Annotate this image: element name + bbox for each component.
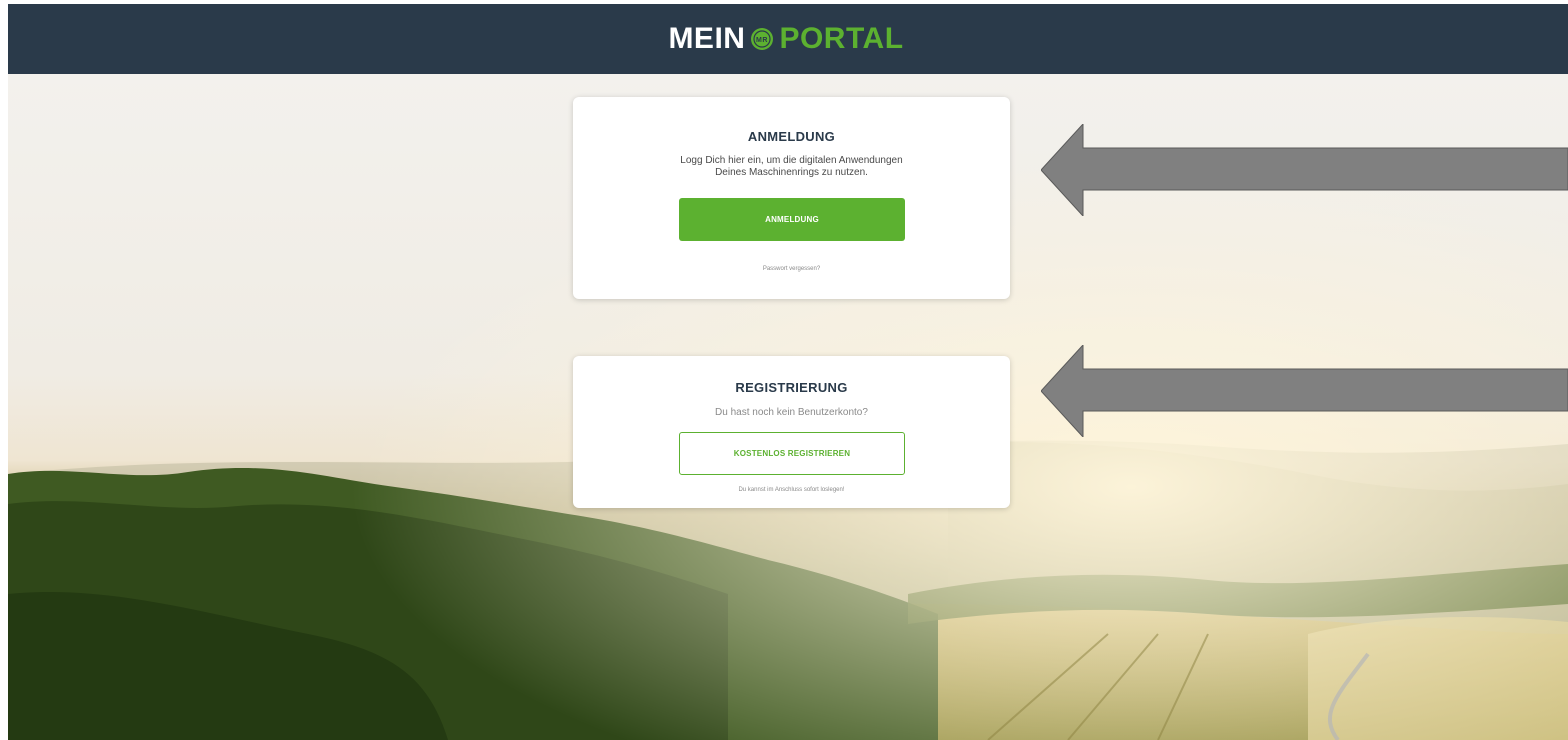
register-description: Du hast noch kein Benutzerkonto?	[715, 407, 868, 418]
logo-text-portal: PORTAL	[779, 22, 904, 55]
mr-badge-icon: MR	[751, 28, 774, 50]
page-frame: MEIN MR PORTAL ANMELDUNG Logg Dich hier …	[8, 4, 1568, 740]
arrow-left-icon	[1041, 124, 1568, 216]
login-title: ANMELDUNG	[747, 129, 836, 144]
register-card: REGISTRIERUNG Du hast noch kein Benutzer…	[573, 356, 1010, 508]
register-note: Du kannst im Anschluss sofort loslegen!	[738, 487, 845, 493]
login-description-line2: Deines Maschinenrings zu nutzen.	[715, 167, 868, 178]
logo-badge-text: MR	[756, 37, 768, 44]
logo-text-mein: MEIN	[668, 22, 746, 55]
login-button[interactable]: ANMELDUNG	[679, 198, 905, 241]
login-card: ANMELDUNG Logg Dich hier ein, um die dig…	[573, 97, 1010, 299]
forgot-password-link[interactable]: Passwort vergessen?	[573, 266, 1010, 272]
register-button[interactable]: KOSTENLOS REGISTRIEREN	[679, 432, 905, 475]
logo[interactable]: MEIN MR PORTAL	[668, 22, 903, 56]
register-title: REGISTRIERUNG	[735, 380, 848, 395]
login-description-line1: Logg Dich hier ein, um die digitalen Anw…	[680, 155, 903, 166]
arrow-left-icon	[1041, 345, 1568, 437]
top-bar: MEIN MR PORTAL	[8, 4, 1568, 74]
